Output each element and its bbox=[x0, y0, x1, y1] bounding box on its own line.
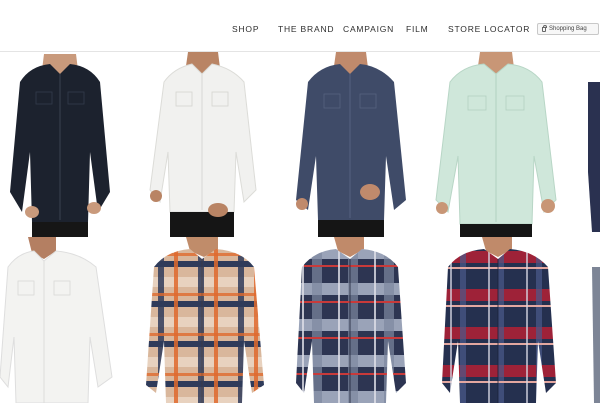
product-tile[interactable] bbox=[442, 237, 558, 403]
product-tile-partial[interactable] bbox=[586, 267, 600, 403]
product-tile[interactable] bbox=[290, 52, 412, 237]
product-image-partial-2 bbox=[586, 267, 600, 403]
nav-shop[interactable]: SHOP bbox=[232, 24, 259, 34]
product-image-partial bbox=[584, 82, 600, 232]
shopping-bag-button[interactable]: Shopping Bag bbox=[537, 23, 599, 35]
product-image-navy-grey-plaid-shirt bbox=[296, 237, 408, 403]
product-image-mint-shirt bbox=[430, 52, 560, 237]
product-tile-partial[interactable] bbox=[584, 82, 600, 232]
product-image-tan-plaid-shirt bbox=[146, 237, 266, 403]
product-image-white-shirt-2 bbox=[0, 237, 120, 403]
shopping-bag-icon bbox=[542, 24, 547, 32]
product-tile[interactable] bbox=[296, 237, 408, 403]
product-tile[interactable] bbox=[0, 52, 120, 237]
shopping-bag-label: Shopping Bag bbox=[549, 26, 587, 32]
product-grid bbox=[0, 52, 600, 403]
nav-the-brand[interactable]: THE BRAND bbox=[278, 24, 334, 34]
nav-campaign[interactable]: CAMPAIGN bbox=[343, 24, 394, 34]
nav-store-locator[interactable]: STORE LOCATOR bbox=[448, 24, 530, 34]
product-image-white-shirt bbox=[146, 52, 266, 237]
product-tile[interactable] bbox=[146, 237, 266, 403]
product-image-navy-burgundy-plaid-shirt bbox=[442, 237, 558, 403]
product-image-navy-shirt bbox=[0, 52, 120, 237]
product-tile[interactable] bbox=[0, 237, 120, 403]
site-header: SHOP THE BRAND CAMPAIGN FILM STORE LOCAT… bbox=[0, 0, 600, 52]
product-tile[interactable] bbox=[430, 52, 560, 237]
nav-film[interactable]: FILM bbox=[406, 24, 429, 34]
product-tile[interactable] bbox=[146, 52, 266, 237]
product-image-slate-shirt bbox=[290, 52, 412, 237]
